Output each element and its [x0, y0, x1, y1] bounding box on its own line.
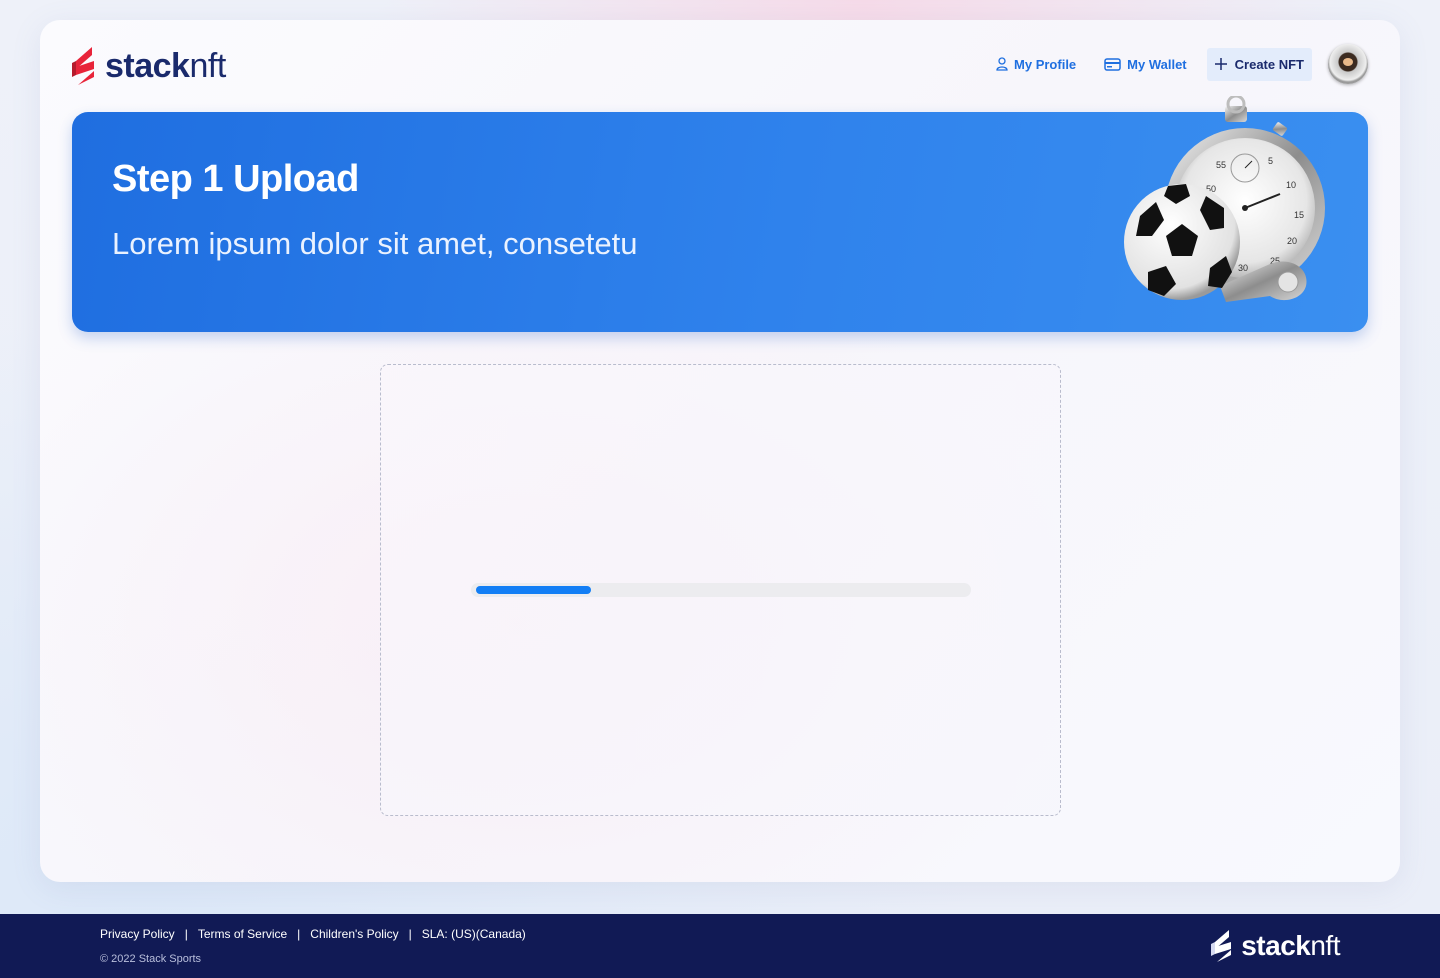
footer-logo-wordmark: stacknft [1241, 930, 1340, 961]
upload-progress-fill [476, 586, 591, 594]
footer-stacknft-logo[interactable]: stacknft [1211, 930, 1340, 962]
my-profile-link[interactable]: My Profile [996, 57, 1076, 72]
footer: Privacy Policy | Terms of Service | Chil… [0, 914, 1440, 978]
svg-text:15: 15 [1294, 210, 1304, 220]
copyright-text: © 2022 Stack Sports [100, 953, 202, 965]
create-nft-label: Create NFT [1234, 56, 1304, 72]
main-card: stacknft My Profile My Wallet Create NFT [40, 20, 1400, 882]
svg-text:10: 10 [1286, 180, 1296, 190]
stacknft-logo[interactable]: stacknft [72, 47, 226, 85]
footer-separator: | [297, 927, 301, 941]
top-nav: My Profile My Wallet Create NFT [968, 44, 1368, 84]
svg-text:5: 5 [1268, 156, 1273, 166]
privacy-policy-link[interactable]: Privacy Policy [100, 927, 175, 941]
user-icon [996, 57, 1008, 71]
avatar[interactable] [1328, 44, 1368, 84]
footer-links: Privacy Policy | Terms of Service | Chil… [100, 927, 526, 941]
my-wallet-link[interactable]: My Wallet [1104, 56, 1187, 72]
credit-card-icon [1104, 57, 1121, 71]
create-nft-button[interactable]: Create NFT [1206, 47, 1312, 81]
upload-progress-track [471, 583, 971, 597]
step-banner: Step 1 Upload Lorem ipsum dolor sit amet… [72, 96, 1368, 332]
banner-subtitle: Lorem ipsum dolor sit amet, consetetu [112, 226, 638, 261]
footer-separator: | [408, 927, 412, 941]
my-profile-label: My Profile [1014, 56, 1077, 72]
plus-icon [1214, 58, 1227, 70]
svg-text:20: 20 [1287, 236, 1297, 246]
stack-logo-mark-icon [1211, 930, 1232, 962]
logo-wordmark: stacknft [105, 47, 226, 85]
footer-separator: | [184, 927, 188, 941]
banner-title: Step 1 Upload [112, 158, 359, 200]
upload-dropzone[interactable] [380, 364, 1061, 816]
svg-text:30: 30 [1238, 263, 1248, 273]
stopwatch-soccer-ball-icon: 55 5 10 15 20 25 30 50 [1124, 96, 1325, 302]
stack-logo-mark-icon [72, 47, 94, 85]
sla-link[interactable]: SLA: (US)(Canada) [422, 927, 526, 941]
terms-of-service-link[interactable]: Terms of Service [198, 927, 287, 941]
childrens-policy-link[interactable]: Children's Policy [310, 927, 398, 941]
my-wallet-label: My Wallet [1127, 56, 1187, 72]
svg-text:55: 55 [1216, 160, 1226, 170]
